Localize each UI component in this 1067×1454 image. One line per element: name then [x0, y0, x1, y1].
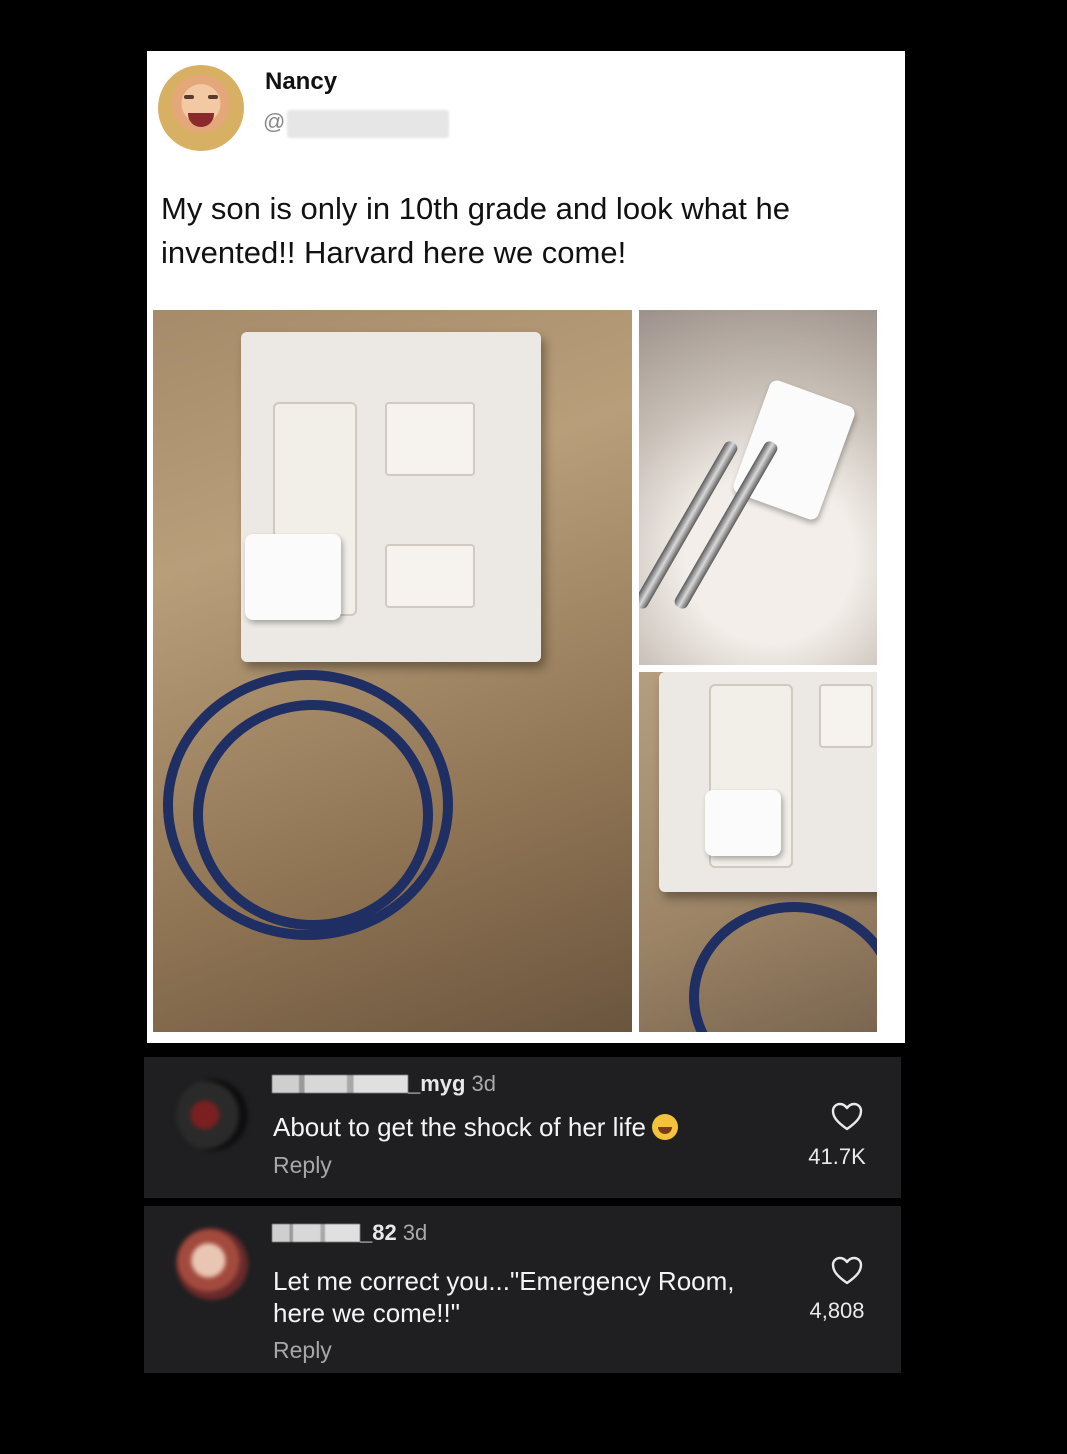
comment-item: _82 3d Let me correct you..."Emergency Ro…	[144, 1206, 901, 1373]
avatar-eye	[208, 95, 218, 99]
cable-coil	[689, 902, 877, 1032]
switch-top	[385, 402, 475, 476]
laughing-emoji-icon	[651, 1114, 678, 1140]
comment-time: 3d	[402, 1220, 428, 1245]
switch-bottom	[385, 544, 475, 608]
comment-text: Let me correct you..."Emergency Room, he…	[273, 1266, 735, 1328]
comment-username[interactable]: _82 3d	[272, 1220, 427, 1246]
commenter-avatar[interactable]	[176, 1228, 248, 1300]
author-handle: @	[263, 109, 286, 134]
reply-button[interactable]: Reply	[273, 1152, 332, 1179]
heart-icon[interactable]	[831, 1102, 863, 1132]
like-count: 41.7K	[808, 1144, 866, 1169]
charger-block	[731, 378, 857, 522]
author-name[interactable]: Nancy	[265, 68, 337, 96]
reply-button[interactable]: Reply	[273, 1337, 332, 1364]
avatar-eye	[184, 95, 194, 99]
comment-time: 3d	[471, 1071, 496, 1096]
charger-block	[245, 534, 341, 620]
switch-top	[819, 684, 873, 748]
commenter-avatar[interactable]	[176, 1079, 248, 1151]
photo-charger-hook[interactable]	[639, 310, 877, 665]
post-photo-grid[interactable]	[153, 310, 878, 1034]
like-count: 4,808	[809, 1298, 865, 1323]
avatar-mouth	[188, 113, 214, 127]
post-text: My son is only in 10th grade and look wh…	[161, 191, 790, 270]
photo-outlet-main[interactable]	[153, 310, 632, 1032]
handle-redaction	[287, 110, 449, 138]
cable-coil	[193, 700, 433, 930]
comment-username[interactable]: _myg 3d	[272, 1071, 496, 1097]
charger-block	[705, 790, 781, 856]
username-suffix: _myg	[408, 1071, 466, 1096]
post-card: Nancy @ My son is only in 10th grade and…	[147, 51, 905, 1043]
username-redaction	[272, 1224, 360, 1242]
username-redaction	[272, 1075, 408, 1093]
heart-icon[interactable]	[831, 1256, 863, 1286]
comment-text: About to get the shock of her life	[273, 1111, 793, 1143]
author-avatar[interactable]	[158, 65, 244, 151]
comment-item: _myg 3d About to get the shock of her lif…	[144, 1057, 901, 1198]
photo-outlet-closeup[interactable]	[639, 672, 877, 1032]
username-suffix: _82	[360, 1220, 397, 1245]
comment-text-content: About to get the shock of her life	[273, 1112, 646, 1142]
